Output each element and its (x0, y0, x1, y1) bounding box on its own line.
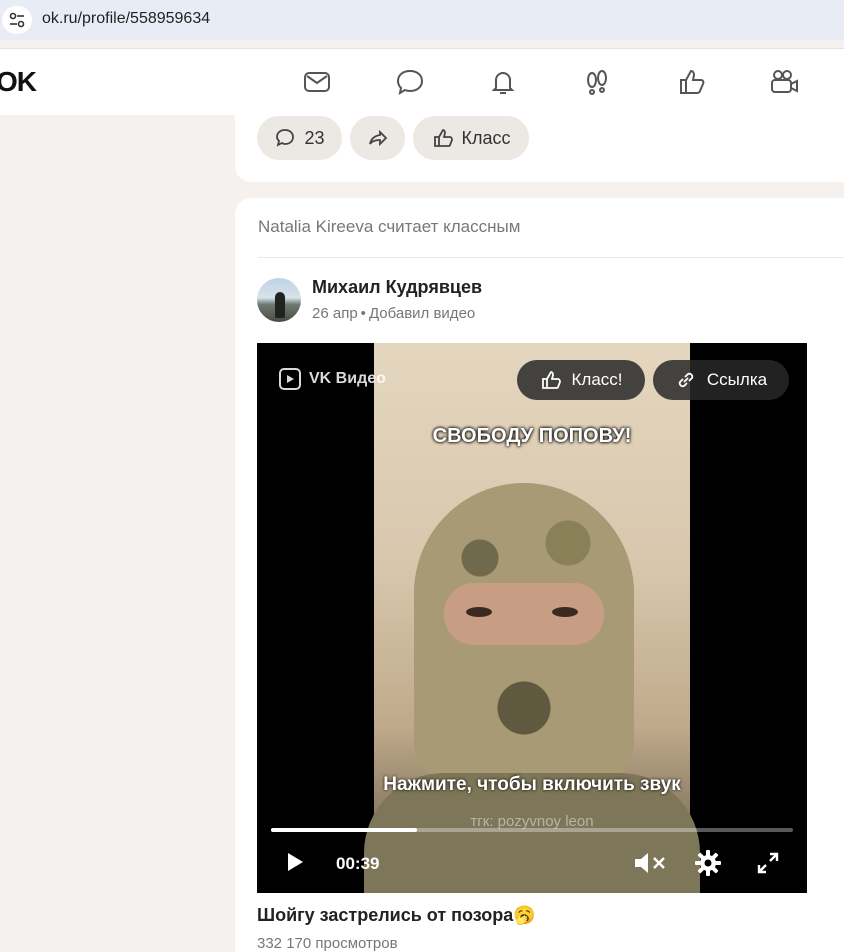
video-caption: СВОБОДУ ПОПОВУ! (432, 425, 632, 447)
comments-count: 23 (304, 127, 325, 148)
video-class-button[interactable]: Класс! (517, 360, 645, 400)
ok-logo[interactable]: OK (0, 66, 37, 98)
author-name[interactable]: Михаил Кудрявцев (312, 277, 482, 298)
settings-gear-icon[interactable] (691, 848, 725, 878)
video-link-button[interactable]: Ссылка (653, 360, 789, 400)
class-button[interactable]: Класс (413, 116, 529, 160)
video-title-text: Шойгу застрелись от позора (257, 905, 514, 925)
mail-icon[interactable] (300, 65, 334, 99)
meta-separator: • (360, 305, 366, 322)
play-icon[interactable] (281, 848, 309, 876)
video-icon[interactable] (767, 65, 801, 99)
guests-icon[interactable] (580, 65, 614, 99)
avatar[interactable] (257, 278, 301, 322)
comment-icon (276, 129, 295, 147)
video-time: 00:39 (336, 854, 380, 873)
class-label: Класс (461, 127, 511, 148)
divider (258, 257, 844, 258)
bell-icon[interactable] (486, 65, 520, 99)
video-progress-bar[interactable] (271, 828, 793, 832)
top-navigation: OK (0, 48, 844, 116)
video-progress-fill (271, 828, 418, 832)
tap-for-sound[interactable]: Нажмите, чтобы включить звук (257, 774, 807, 796)
share-icon (368, 129, 387, 147)
left-sidebar (0, 115, 235, 952)
mute-icon[interactable] (630, 848, 670, 878)
fullscreen-icon[interactable] (753, 848, 783, 878)
post-meta: 26 апр • Добавил видео (312, 305, 475, 322)
sleepy-emoji: 🥱 (513, 905, 536, 925)
vk-video-brand[interactable]: VK Видео (279, 368, 386, 390)
comments-button[interactable]: 23 (257, 116, 342, 160)
likes-icon[interactable] (675, 65, 709, 99)
url-text[interactable]: ok.ru/profile/558959634 (42, 10, 210, 28)
chat-icon[interactable] (393, 65, 427, 99)
link-icon (678, 372, 694, 388)
video-link-label: Ссылка (706, 370, 768, 389)
thumbs-up-icon (433, 129, 453, 147)
vk-video-icon (279, 368, 301, 390)
video-class-label: Класс! (571, 370, 623, 389)
video-title[interactable]: Шойгу застрелись от позора🥱 (257, 905, 536, 926)
address-bar[interactable]: ok.ru/profile/558959634 (0, 0, 844, 40)
liked-by-text[interactable]: Natalia Kireeva считает классным (258, 217, 520, 237)
share-button[interactable] (350, 116, 405, 160)
post-action: Добавил видео (368, 305, 476, 322)
thumbs-up-icon (541, 371, 561, 389)
post-date[interactable]: 26 апр (312, 305, 358, 322)
site-settings-icon[interactable] (2, 6, 32, 34)
view-count: 332 170 просмотров (257, 935, 398, 952)
vk-video-label: VK Видео (309, 370, 386, 387)
video-player[interactable]: СВОБОДУ ПОПОВУ! VK Видео Класс! Ссылка Н… (257, 343, 807, 893)
